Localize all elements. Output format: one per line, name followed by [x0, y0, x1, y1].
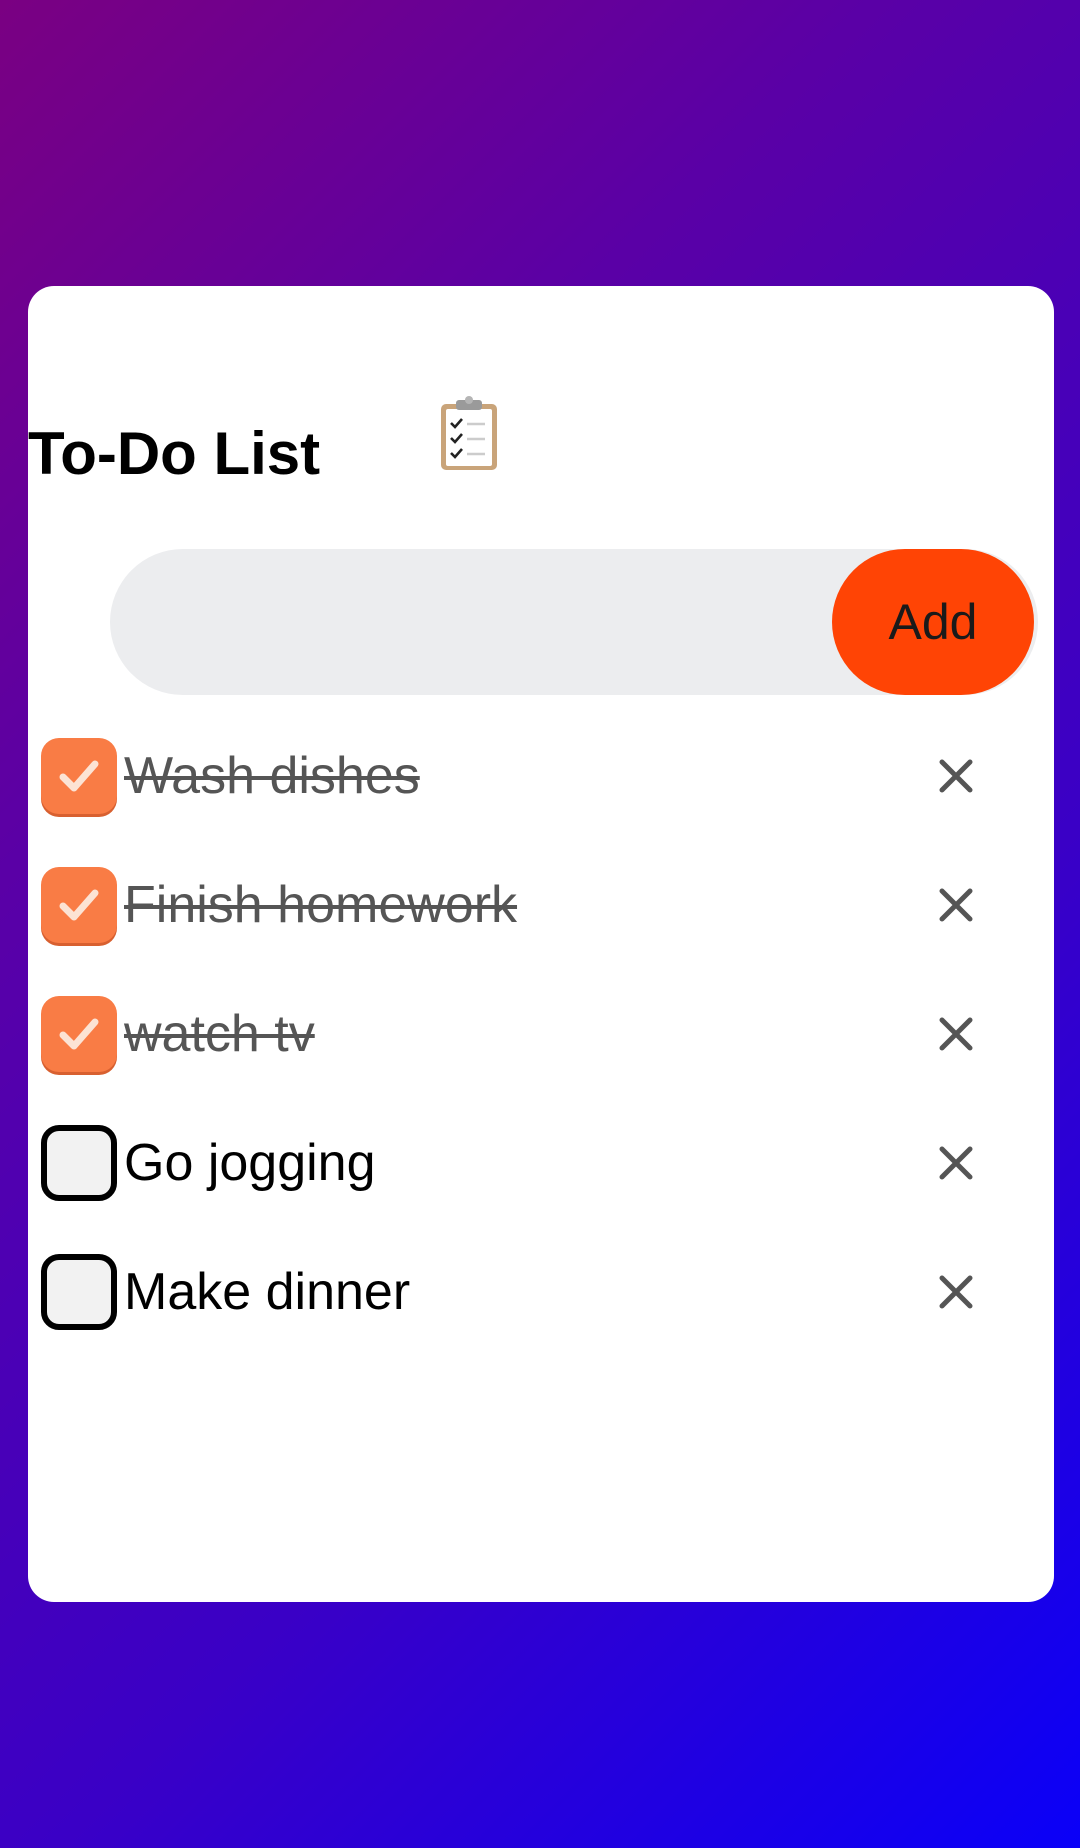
clipboard-checklist-icon [439, 396, 499, 472]
task-text: Go jogging [124, 1134, 376, 1192]
add-button[interactable]: Add [832, 549, 1034, 695]
task-checkbox[interactable] [41, 738, 117, 814]
checkmark-icon [59, 1018, 99, 1050]
task-item: Go jogging [28, 1113, 1054, 1213]
close-icon [939, 888, 973, 922]
task-checkbox[interactable] [41, 996, 117, 1072]
task-item: Finish homework [28, 855, 1054, 955]
delete-task-button[interactable] [928, 748, 984, 804]
delete-task-button[interactable] [928, 1006, 984, 1062]
todo-card: To-Do List Add Wash dishes Finish homewo… [28, 286, 1054, 1602]
task-checkbox[interactable] [41, 1254, 117, 1330]
delete-task-button[interactable] [928, 877, 984, 933]
task-text: Finish homework [124, 876, 518, 934]
task-text: Wash dishes [124, 747, 420, 805]
checkmark-icon [59, 760, 99, 792]
task-input[interactable] [150, 549, 814, 697]
task-item: Wash dishes [28, 726, 1054, 826]
checkmark-icon [59, 889, 99, 921]
close-icon [939, 1275, 973, 1309]
delete-task-button[interactable] [928, 1135, 984, 1191]
close-icon [939, 1017, 973, 1051]
page-title: To-Do List [28, 420, 321, 487]
close-icon [939, 759, 973, 793]
task-checkbox[interactable] [41, 1125, 117, 1201]
task-text: Make dinner [124, 1263, 411, 1321]
task-checkbox[interactable] [41, 867, 117, 943]
task-item: Make dinner [28, 1242, 1054, 1342]
task-text: watch tv [124, 1005, 315, 1063]
close-icon [939, 1146, 973, 1180]
task-item: watch tv [28, 984, 1054, 1084]
delete-task-button[interactable] [928, 1264, 984, 1320]
